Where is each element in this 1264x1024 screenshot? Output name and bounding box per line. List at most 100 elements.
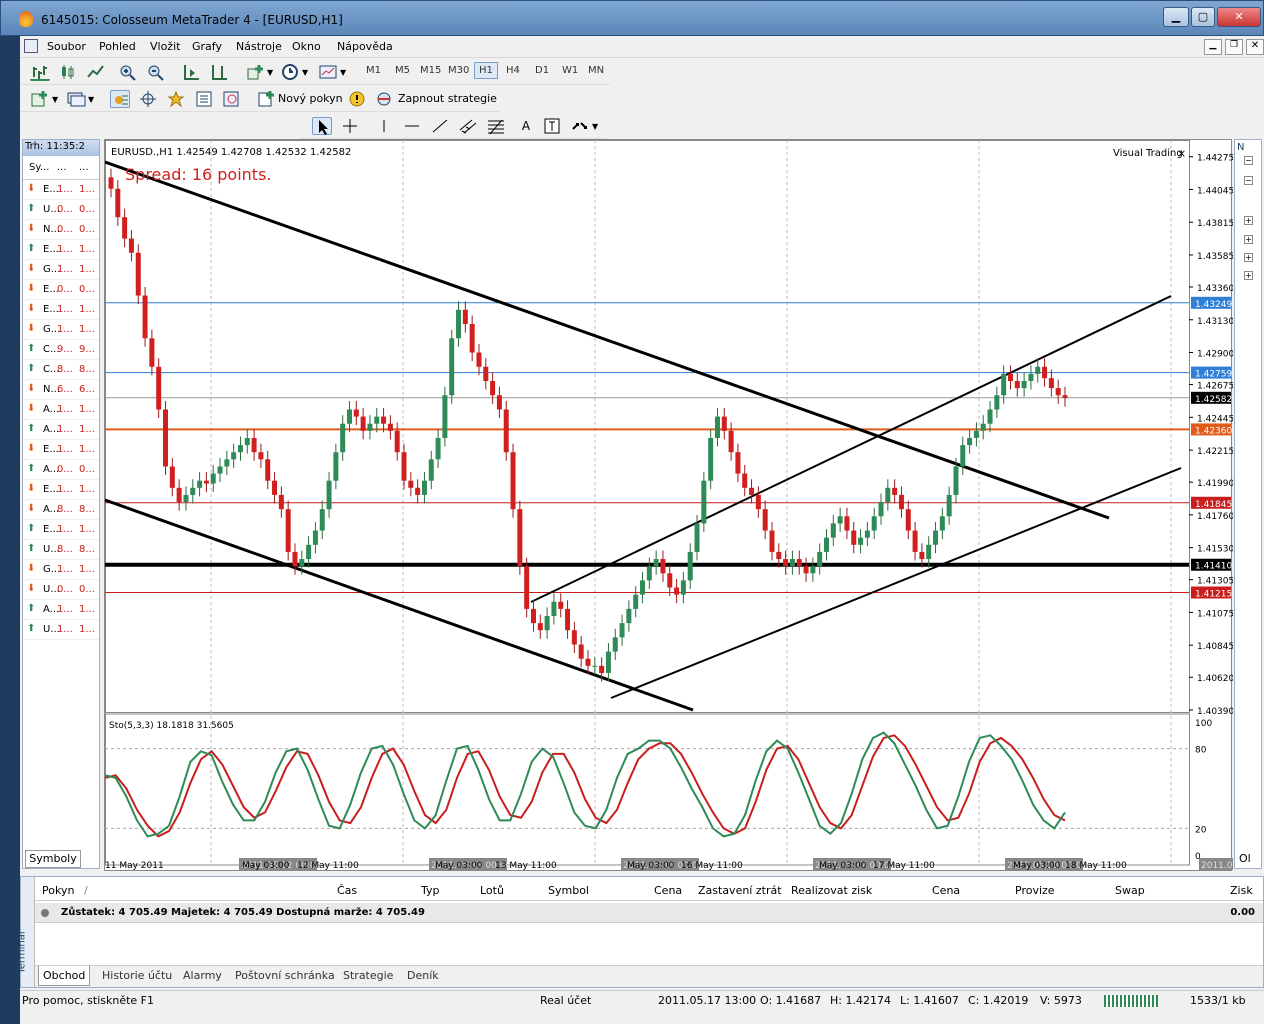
market-watch-row[interactable]: ⬇ E... 1... 1... <box>23 480 99 500</box>
market-watch-row[interactable]: ⬇ G... 1... 1... <box>23 560 99 580</box>
timeframe-m1[interactable]: M1 <box>366 65 381 76</box>
chevron-down-icon[interactable]: ▼ <box>267 68 273 77</box>
tree-expand-icon[interactable]: + <box>1244 271 1253 280</box>
new-chart-icon[interactable] <box>30 90 50 108</box>
zoom-out-icon[interactable] <box>146 63 166 81</box>
fibonacci-icon[interactable] <box>486 117 506 135</box>
col-zisk[interactable]: Zisk <box>1230 884 1253 897</box>
timeframe-m30[interactable]: M30 <box>448 65 469 76</box>
market-watch-row[interactable]: ⬇ N... 6... 6... <box>23 380 99 400</box>
terminal-icon[interactable] <box>194 90 214 108</box>
menu-item-okno[interactable]: Okno <box>292 40 321 53</box>
chevron-down-icon[interactable]: ▼ <box>52 95 58 104</box>
tab-denik[interactable]: Deník <box>403 966 443 986</box>
new-order-icon[interactable] <box>256 90 276 108</box>
strategies-icon[interactable] <box>374 90 394 108</box>
chevron-down-icon[interactable]: ▼ <box>302 68 308 77</box>
chart-canvas[interactable]: 1.44275 1.44045 1.43815 1.43585 1.43360 1.431… <box>104 140 1264 872</box>
arrows-icon[interactable] <box>570 117 590 135</box>
market-watch-row[interactable]: ⬇ G... 1... 1... <box>23 320 99 340</box>
col-stop-loss[interactable]: Zastavení ztrát <box>698 884 782 897</box>
horizontal-line-icon[interactable] <box>402 117 422 135</box>
tree-expand-icon[interactable]: − <box>1244 156 1253 165</box>
timeframe-w1[interactable]: W1 <box>562 65 578 76</box>
chevron-down-icon[interactable]: ▼ <box>592 122 598 131</box>
market-watch-row[interactable]: ⬇ A... 8... 8... <box>23 500 99 520</box>
col-cena-open[interactable]: Cena <box>654 884 682 897</box>
menu-item-nastroje[interactable]: Nástroje <box>236 40 282 53</box>
candlestick-chart-icon[interactable] <box>58 63 78 81</box>
market-watch-row[interactable]: ⬇ E... 1... 1... <box>23 180 99 200</box>
tab-alarmy[interactable]: Alarmy <box>179 966 226 986</box>
col-typ[interactable]: Typ <box>421 884 440 897</box>
col-cas[interactable]: Čas <box>337 884 357 897</box>
col-symbol[interactable]: Sy... <box>29 162 49 173</box>
chart-shift-icon[interactable] <box>210 63 230 81</box>
tab-postovni-schranka[interactable]: Poštovní schránka <box>231 966 339 986</box>
market-watch-row[interactable]: ⬆ A... 1... 1... <box>23 420 99 440</box>
zoom-in-icon[interactable] <box>118 63 138 81</box>
menu-item-napoveda[interactable]: Nápověda <box>337 40 393 53</box>
enable-strategies-button[interactable]: Zapnout strategie <box>398 92 497 105</box>
timeframe-m15[interactable]: M15 <box>420 65 441 76</box>
col-take-profit[interactable]: Realizovat zisk <box>791 884 872 897</box>
menu-item-grafy[interactable]: Grafy <box>192 40 222 53</box>
tester-icon[interactable] <box>222 90 242 108</box>
market-watch-row[interactable]: ⬆ E... 1... 1... <box>23 240 99 260</box>
channel-icon[interactable] <box>458 117 478 135</box>
mdi-close-button[interactable]: ✕ <box>1246 39 1264 55</box>
tab-strategie[interactable]: Strategie <box>339 966 397 986</box>
new-order-button[interactable]: Nový pokyn <box>278 92 343 105</box>
timeframe-h4[interactable]: H4 <box>506 65 520 76</box>
col-provize[interactable]: Provize <box>1015 884 1055 897</box>
text-icon[interactable]: A <box>516 117 536 135</box>
close-button[interactable]: ✕ <box>1217 7 1261 27</box>
crosshair-icon[interactable] <box>340 117 360 135</box>
timeframe-m5[interactable]: M5 <box>395 65 410 76</box>
col-swap[interactable]: Swap <box>1115 884 1145 897</box>
timeframe-d1[interactable]: D1 <box>535 65 549 76</box>
market-watch-row[interactable]: ⬆ U... 0... 0... <box>23 200 99 220</box>
timeframe-mn[interactable]: MN <box>588 65 604 76</box>
cursor-icon[interactable] <box>312 117 332 135</box>
profiles-icon[interactable] <box>66 90 86 108</box>
market-watch-row[interactable]: ⬆ U... 1... 1... <box>23 620 99 640</box>
market-watch-row[interactable]: ⬆ C... 8... 8... <box>23 360 99 380</box>
bar-chart-icon[interactable] <box>30 63 50 81</box>
chart-window[interactable]: 1.44275 1.44045 1.43815 1.43585 1.43360 1.431… <box>104 139 1264 872</box>
market-watch-row[interactable]: ⬇ A... 1... 1... <box>23 400 99 420</box>
chevron-down-icon[interactable]: ▼ <box>88 95 94 104</box>
market-watch-row[interactable]: ⬇ N... 0... 0... <box>23 220 99 240</box>
menu-item-vlozit[interactable]: Vložit <box>150 40 180 53</box>
col-cena-current[interactable]: Cena <box>932 884 960 897</box>
tree-expand-icon[interactable]: + <box>1244 253 1253 262</box>
tree-expand-icon[interactable]: − <box>1244 176 1253 185</box>
market-watch-row[interactable]: ⬆ A... 1... 1... <box>23 600 99 620</box>
market-watch-row[interactable]: ⬆ E... 1... 1... <box>23 520 99 540</box>
crosshair-nav-icon[interactable] <box>138 90 158 108</box>
tab-obchod[interactable]: Obchod <box>38 966 91 986</box>
maximize-button[interactable]: ▢ <box>1191 7 1215 27</box>
col-symbol[interactable]: Symbol <box>548 884 589 897</box>
chevron-down-icon[interactable]: ▼ <box>340 68 346 77</box>
menu-item-soubor[interactable]: Soubor <box>47 40 86 53</box>
navigator-tab[interactable]: Ol <box>1239 852 1251 865</box>
tab-historie[interactable]: Historie účtu <box>98 966 176 986</box>
tree-expand-icon[interactable]: + <box>1244 216 1253 225</box>
market-watch-row[interactable]: ⬇ U... 0... 0... <box>23 580 99 600</box>
periods-clock-icon[interactable] <box>280 63 300 81</box>
market-watch-row[interactable]: ⬇ E... 0... 0... <box>23 280 99 300</box>
line-chart-icon[interactable] <box>86 63 106 81</box>
mdi-minimize-button[interactable]: ▁ <box>1204 39 1222 55</box>
text-label-icon[interactable] <box>542 117 562 135</box>
trendline-icon[interactable] <box>430 117 450 135</box>
tree-expand-icon[interactable]: + <box>1244 235 1253 244</box>
col-lotu[interactable]: Lotů <box>480 884 504 897</box>
timeframe-h1[interactable]: H1 <box>474 62 498 79</box>
autoscroll-icon[interactable] <box>182 63 202 81</box>
vertical-line-icon[interactable] <box>374 117 394 135</box>
market-watch-icon[interactable] <box>110 90 130 108</box>
navigator-icon[interactable] <box>166 90 186 108</box>
col-ask[interactable]: ... <box>79 162 89 173</box>
mdi-restore-button[interactable]: ❐ <box>1225 39 1243 55</box>
